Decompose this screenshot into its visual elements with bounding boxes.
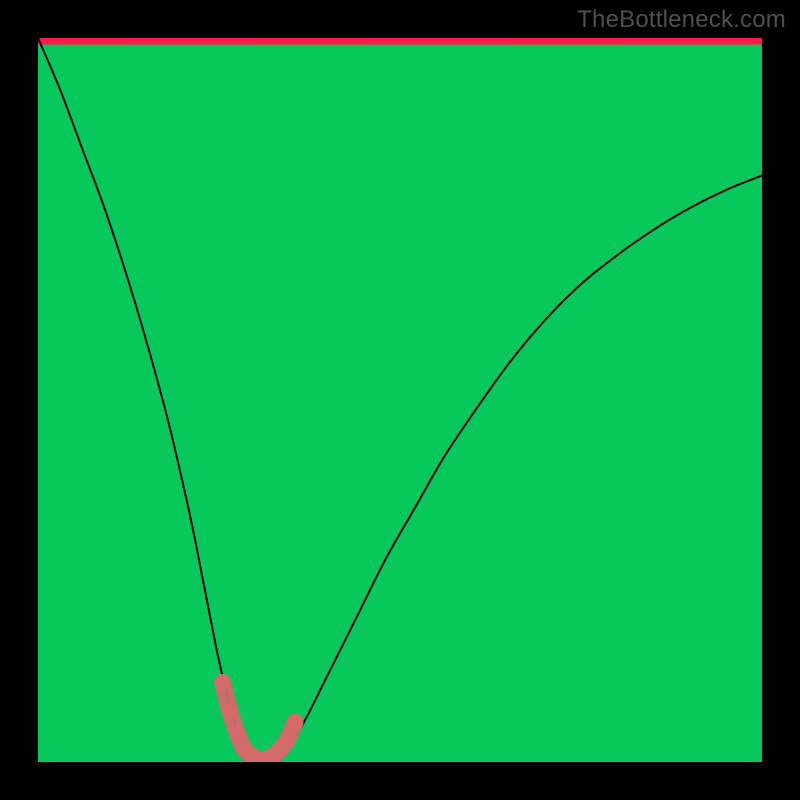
- gradient-band-bottom: [38, 45, 762, 762]
- bottleneck-sweet-spot-dot: [222, 703, 239, 720]
- bottleneck-sweet-spot-dot: [229, 725, 246, 742]
- bottleneck-chart: [38, 38, 762, 762]
- bottleneck-sweet-spot-dot: [287, 714, 304, 731]
- bottleneck-sweet-spot-dot: [279, 731, 296, 748]
- frame: TheBottleneck.com: [0, 0, 800, 800]
- watermark-label: TheBottleneck.com: [577, 6, 786, 34]
- bottleneck-chart-svg: [38, 38, 762, 762]
- bottleneck-sweet-spot-dot: [214, 674, 231, 691]
